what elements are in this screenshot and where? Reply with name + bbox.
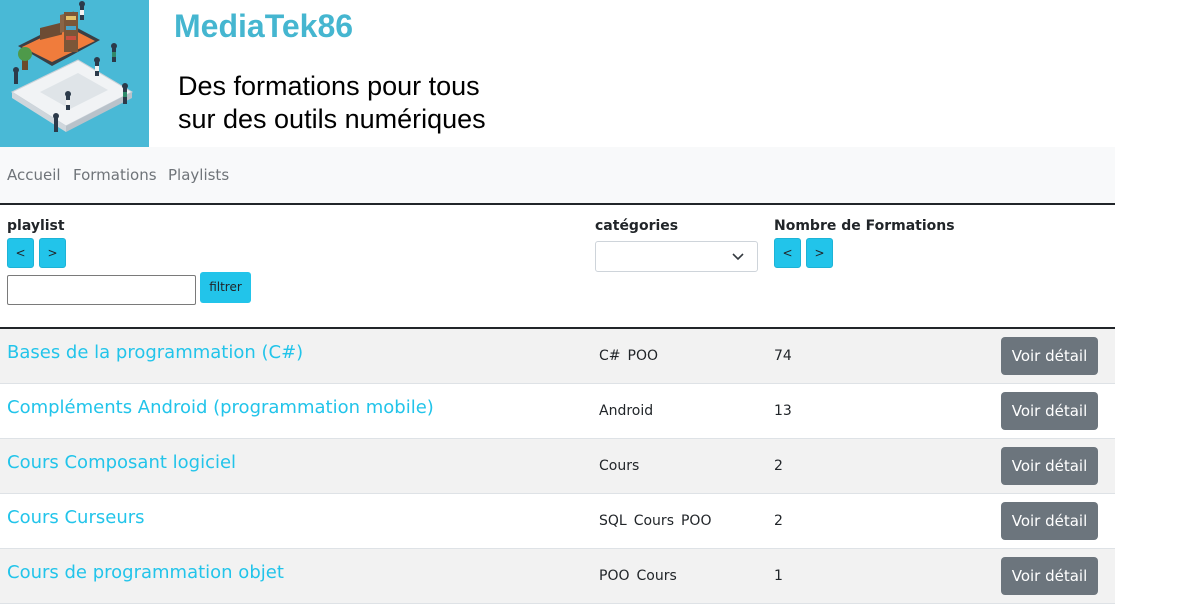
formation-count: 13	[774, 403, 792, 419]
category-tag: C#	[599, 348, 621, 364]
voir-detail-button[interactable]: Voir détail	[1001, 502, 1098, 540]
formation-count: 2	[774, 513, 783, 529]
playlist-title-link[interactable]: Cours de programmation objet	[7, 562, 284, 583]
voir-detail-button[interactable]: Voir détail	[1001, 392, 1098, 430]
category-tag: Cours	[636, 568, 677, 584]
category-select[interactable]	[595, 241, 758, 272]
tagline-line-2: sur des outils numériques	[178, 104, 486, 134]
category-tag: SQL	[599, 513, 627, 529]
voir-detail-button[interactable]: Voir détail	[1001, 447, 1098, 485]
category-tag: POO	[599, 568, 630, 584]
category-tag: Cours	[633, 513, 674, 529]
sort-playlist-desc-button[interactable]: >	[39, 238, 66, 268]
categories-column-header: catégories	[595, 218, 679, 234]
voir-detail-button[interactable]: Voir détail	[1001, 337, 1098, 375]
playlist-title-link[interactable]: Cours Composant logiciel	[7, 452, 236, 473]
formation-count: 1	[774, 568, 783, 584]
site-title[interactable]: MediaTek86	[174, 8, 353, 45]
category-tag: POO	[680, 513, 712, 529]
category-tag: Android	[599, 403, 654, 419]
chevron-down-icon	[732, 253, 744, 261]
table-row: Cours Curseurs SQL Cours POO 2 Voir détail	[0, 494, 1115, 549]
formation-count: 2	[774, 458, 783, 474]
laptop-people-illustration-icon	[0, 0, 149, 147]
formation-count-column-header: Nombre de Formations	[774, 218, 955, 234]
playlist-column-header: playlist	[7, 218, 65, 234]
nav-link-accueil[interactable]: Accueil	[7, 166, 61, 184]
playlist-categories: Android	[599, 403, 660, 419]
table-header-top-divider	[0, 203, 1115, 205]
table-row: Bases de la programmation (C#) C# POO 74 …	[0, 329, 1115, 384]
playlist-title-link[interactable]: Compléments Android (programmation mobil…	[7, 397, 434, 418]
playlist-title-link[interactable]: Cours Curseurs	[7, 507, 145, 528]
site-logo[interactable]	[0, 0, 149, 147]
nav-link-playlists[interactable]: Playlists	[168, 166, 229, 184]
sort-count-desc-button[interactable]: >	[806, 238, 833, 268]
category-tag: Cours	[599, 458, 640, 474]
playlist-categories: POO Cours	[599, 568, 684, 584]
site-tagline: Des formations pour tous sur des outils …	[178, 70, 486, 136]
site-header: MediaTek86 Des formations pour tous sur …	[0, 0, 1185, 147]
main-navbar: Accueil Formations Playlists	[0, 147, 1115, 203]
sort-count-asc-button[interactable]: <	[774, 238, 801, 268]
playlist-categories: C# POO	[599, 348, 665, 364]
formation-count: 74	[774, 348, 792, 364]
tagline-line-1: Des formations pour tous	[178, 71, 480, 101]
playlist-title-link[interactable]: Bases de la programmation (C#)	[7, 342, 303, 363]
category-tag: POO	[627, 348, 658, 364]
playlist-categories: Cours	[599, 458, 646, 474]
playlist-categories: SQL Cours POO	[599, 513, 718, 529]
table-row: Compléments Android (programmation mobil…	[0, 384, 1115, 439]
voir-detail-button[interactable]: Voir détail	[1001, 557, 1098, 595]
table-row: Cours Composant logiciel Cours 2 Voir dé…	[0, 439, 1115, 494]
table-row: Cours de programmation objet POO Cours 1 …	[0, 549, 1115, 604]
filter-button[interactable]: filtrer	[200, 272, 251, 303]
nav-link-formations[interactable]: Formations	[73, 166, 157, 184]
playlist-filter-input[interactable]	[7, 275, 196, 305]
sort-playlist-asc-button[interactable]: <	[7, 238, 34, 268]
